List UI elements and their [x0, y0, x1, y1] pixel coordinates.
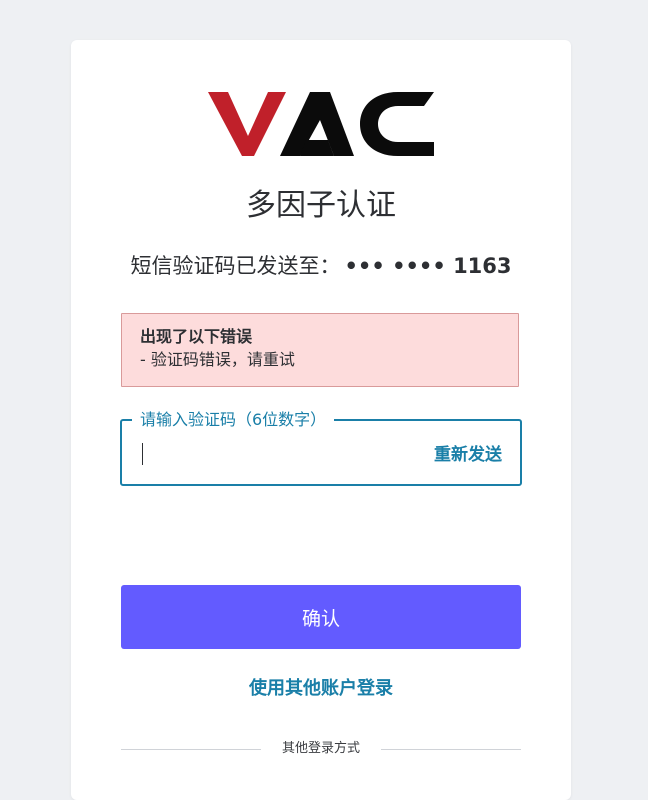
sms-sent-prefix: 短信验证码已发送至： [130, 254, 341, 278]
error-message: - 验证码错误，请重试 [140, 350, 295, 369]
use-other-account-link[interactable]: 使用其他账户登录 [71, 676, 571, 702]
vac-logo [208, 92, 434, 156]
mfa-card: 多因子认证 短信验证码已发送至： ••• •••• 1163 出现了以下错误 - … [71, 40, 571, 800]
masked-phone-number: ••• •••• 1163 [344, 254, 512, 278]
text-cursor [142, 443, 143, 465]
verification-code-input[interactable] [140, 439, 400, 467]
page-title: 多因子认证 [246, 188, 396, 223]
logo-letter-a-bar [300, 140, 334, 156]
sms-sent-notice: 短信验证码已发送至： ••• •••• 1163 [71, 250, 571, 282]
confirm-button[interactable]: 确认 [121, 585, 521, 649]
verification-code-field: 请输入验证码（6位数字） 重新发送 [120, 409, 522, 486]
resend-code-button[interactable]: 重新发送 [434, 443, 502, 467]
divider-line-right [381, 749, 521, 750]
verification-code-label: 请输入验证码（6位数字） [132, 409, 335, 431]
logo-letter-c [360, 92, 434, 156]
error-alert: 出现了以下错误 - 验证码错误，请重试 [121, 313, 519, 387]
other-login-divider: 其他登录方式 [121, 738, 521, 760]
error-title: 出现了以下错误 [140, 327, 253, 346]
logo-letter-v [208, 92, 286, 156]
